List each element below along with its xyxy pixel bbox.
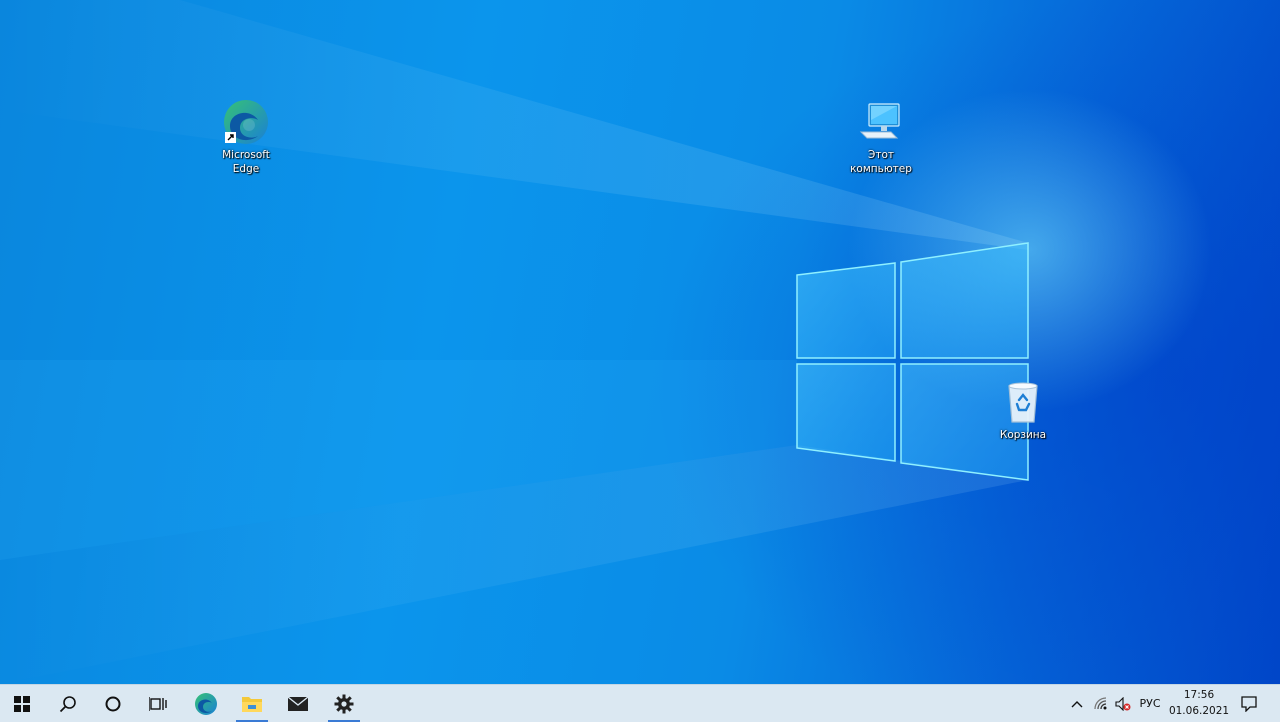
taskbar-file-explorer-button[interactable] <box>230 685 274 722</box>
cortana-button[interactable] <box>91 685 135 722</box>
task-view-button[interactable] <box>136 685 180 722</box>
wifi-icon <box>1094 696 1107 709</box>
volume-button[interactable] <box>1112 685 1134 722</box>
search-icon <box>59 695 76 712</box>
taskbar-mail-button[interactable] <box>276 685 320 722</box>
start-button[interactable] <box>0 685 44 722</box>
computer-icon <box>859 103 900 139</box>
show-hidden-icons-button[interactable] <box>1066 685 1088 722</box>
edge-icon <box>224 100 268 144</box>
recycle-bin-icon <box>1008 382 1038 423</box>
search-button[interactable] <box>46 685 90 722</box>
windows-logo-icon <box>14 695 30 712</box>
language-indicator: РУС <box>1139 697 1161 710</box>
chevron-up-icon <box>1071 700 1083 707</box>
taskbar-edge-button[interactable] <box>184 685 228 722</box>
desktop-icon-microsoft-edge[interactable]: Microsoft Edge <box>208 98 284 176</box>
taskbar-settings-button[interactable] <box>322 685 366 722</box>
clock-date: 01.06.2021 <box>1168 705 1230 717</box>
desktop-icon-label: Microsoft Edge <box>222 149 270 175</box>
taskbar: РУС 17:56 01.06.2021 <box>0 684 1280 722</box>
desktop-wallpaper: Microsoft Edge Этот компьютер Корзина <box>0 0 1280 684</box>
mail-icon <box>287 695 309 711</box>
network-button[interactable] <box>1090 685 1112 722</box>
volume-muted-icon <box>1115 696 1131 711</box>
cortana-icon <box>105 696 121 711</box>
edge-icon <box>195 692 217 715</box>
file-explorer-icon <box>242 696 262 712</box>
desktop-icon-recycle-bin[interactable]: Корзина <box>985 378 1061 442</box>
action-center-icon <box>1241 695 1257 712</box>
clock[interactable]: 17:56 01.06.2021 <box>1166 687 1232 719</box>
windows-logo-wallpaper <box>0 0 1029 684</box>
clock-time: 17:56 <box>1183 689 1215 701</box>
task-view-icon <box>149 696 167 711</box>
action-center-button[interactable] <box>1234 685 1264 722</box>
settings-icon <box>334 694 354 713</box>
input-language-button[interactable]: РУС <box>1136 685 1164 722</box>
desktop-icon-label: Этот компьютер <box>850 149 912 175</box>
desktop-icon-this-pc[interactable]: Этот компьютер <box>843 98 919 176</box>
desktop-icon-label: Корзина <box>999 429 1047 441</box>
